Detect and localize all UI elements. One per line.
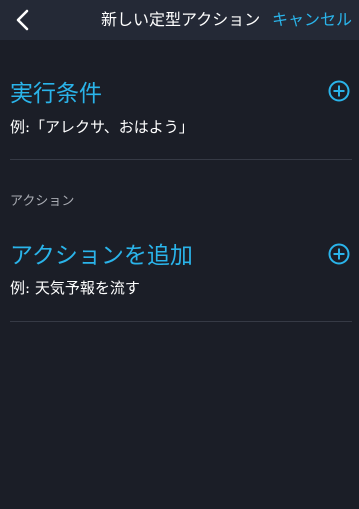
divider [10,321,352,322]
action-section[interactable]: アクションを追加 例: 天気予報を流す [0,232,359,322]
trigger-title: 実行条件 [10,81,102,107]
action-group-label: アクション [10,194,75,209]
add-action-button[interactable] [328,243,350,265]
back-button[interactable] [8,4,38,36]
chevron-left-icon [16,9,29,31]
action-example: 例: 天気予報を流す [10,279,140,297]
header-bar: 新しい定型アクション キャンセル [0,0,359,40]
cancel-button[interactable]: キャンセル [272,6,352,30]
action-title: アクションを追加 [10,243,193,269]
trigger-example: 例:「アレクサ、おはよう」 [10,118,194,136]
page-title: 新しい定型アクション [101,10,261,29]
divider [10,159,352,160]
trigger-section[interactable]: 実行条件 例:「アレクサ、おはよう」 [0,70,359,160]
plus-circle-icon [328,80,350,102]
plus-circle-icon [328,243,350,265]
add-trigger-button[interactable] [328,80,350,102]
